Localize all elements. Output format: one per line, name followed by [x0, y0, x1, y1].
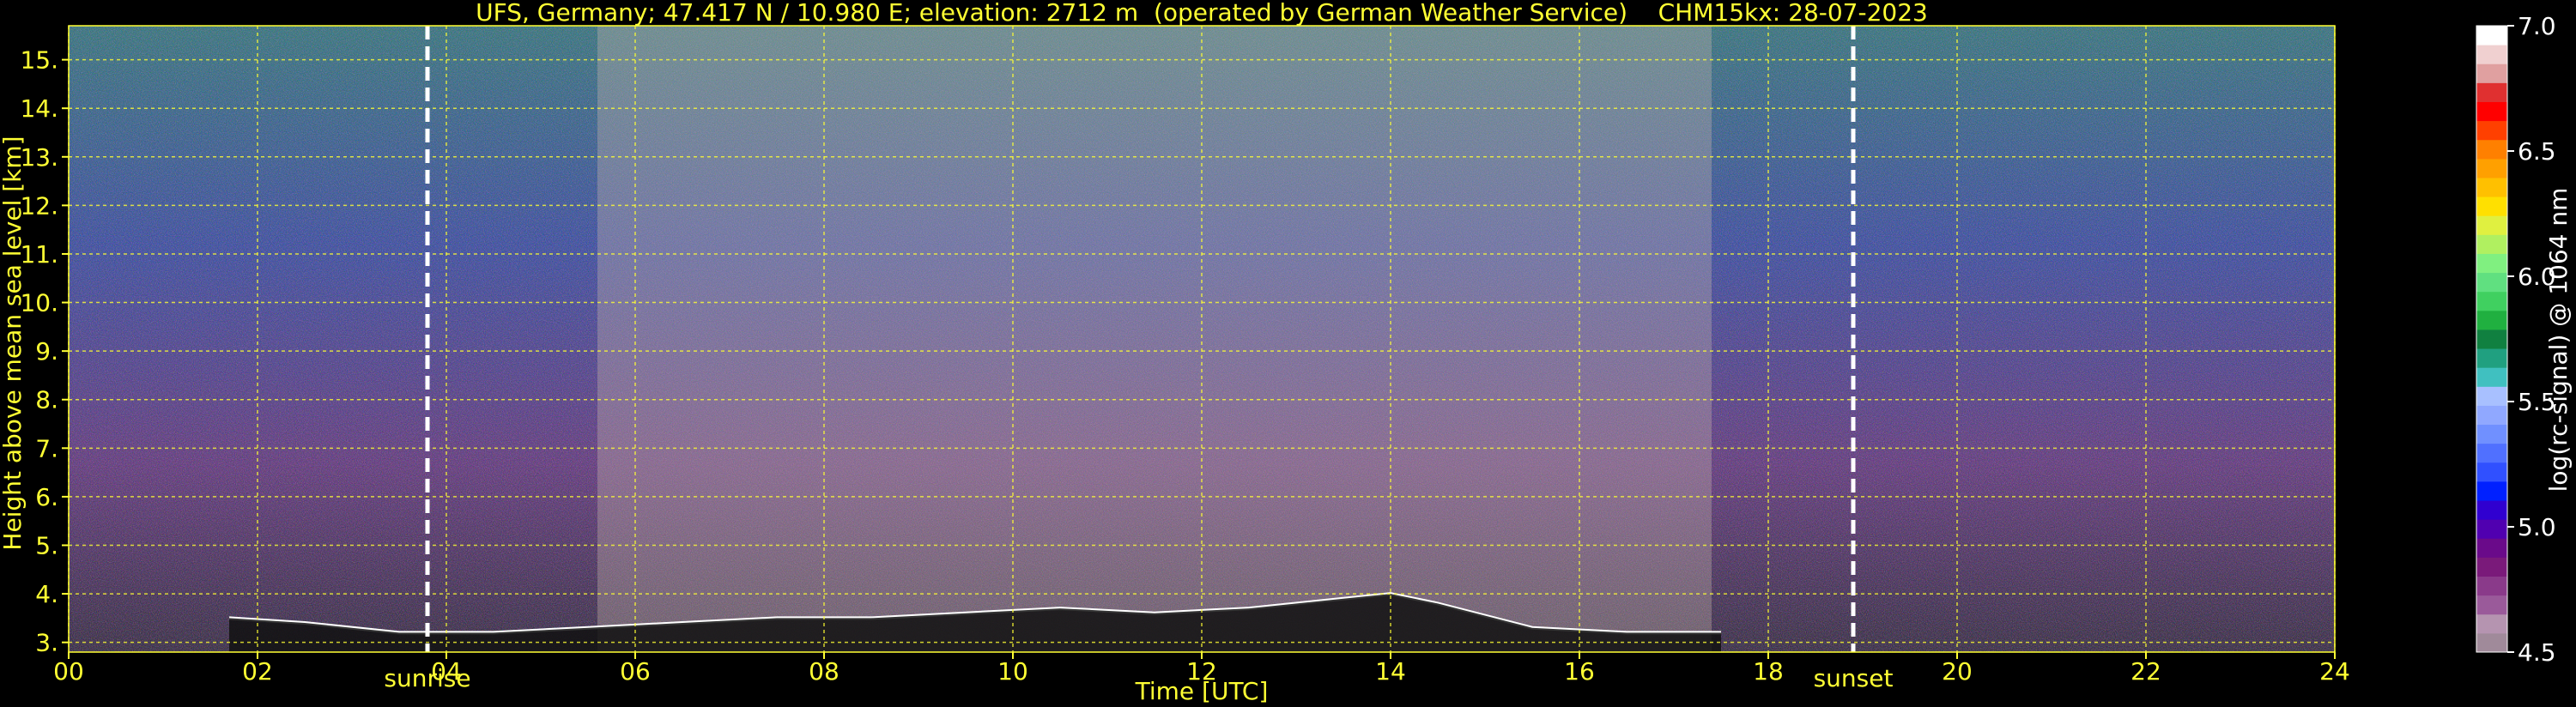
chart-title: UFS, Germany; 47.417 N / 10.980 E; eleva…	[476, 0, 1928, 27]
sunset-label: sunset	[1814, 664, 1894, 692]
colorbar-swatch	[2476, 63, 2507, 83]
colorbar-swatch	[2476, 557, 2507, 577]
colorbar-swatch	[2476, 538, 2507, 558]
colorbar-swatch	[2476, 158, 2507, 178]
y-tick-label: 3.	[35, 629, 58, 657]
x-tick-label: 02	[242, 657, 273, 686]
colorbar-swatch	[2476, 196, 2507, 216]
lidar-chart: sunrise sunset 00 02 04 06 08 10 12 14 16 18 20 22 24…	[0, 0, 2573, 705]
colorbar-swatch	[2476, 462, 2507, 482]
colorbar-swatch	[2476, 595, 2507, 615]
colorbar-swatch	[2476, 253, 2507, 274]
colorbar-swatch	[2476, 272, 2507, 293]
colorbar-tick-label: 6.5	[2518, 137, 2556, 166]
colorbar-swatch	[2476, 291, 2507, 311]
x-tick-label: 14	[1375, 657, 1406, 686]
colorbar-tick-label: 5.0	[2518, 513, 2556, 541]
colorbar-swatch	[2476, 386, 2507, 406]
x-tick-label: 16	[1564, 657, 1595, 686]
colorbar-swatch	[2476, 215, 2507, 235]
y-tick-label: 15.	[20, 46, 58, 75]
x-tick-label: 08	[809, 657, 839, 686]
colorbar-swatch	[2476, 177, 2507, 197]
x-tick-label: 22	[2131, 657, 2161, 686]
colorbar-swatch	[2476, 480, 2507, 501]
colorbar-swatch	[2476, 367, 2507, 387]
colorbar-swatch	[2476, 576, 2507, 596]
colorbar-swatch	[2476, 443, 2507, 463]
colorbar-swatch	[2476, 234, 2507, 254]
x-axis-label: Time [UTC]	[1135, 677, 1269, 705]
colorbar-swatch	[2476, 139, 2507, 160]
y-tick-label: 5.	[35, 532, 58, 560]
colorbar-swatch	[2476, 405, 2507, 426]
colorbar-swatch	[2476, 519, 2507, 539]
x-tick-label: 20	[1942, 657, 1973, 686]
y-tick-label: 8.	[35, 386, 58, 414]
colorbar-swatch	[2476, 26, 2507, 45]
y-tick-label: 7.	[35, 434, 58, 462]
x-tick-label: 04	[431, 657, 462, 686]
x-tick-label: 06	[620, 657, 651, 686]
y-tick-label: 9.	[35, 337, 58, 366]
x-tick-label: 10	[997, 657, 1028, 686]
plot-area	[69, 26, 2335, 652]
daytime-background	[597, 26, 1712, 652]
y-tick-label: 14.	[20, 94, 58, 123]
colorbar-tick-label: 7.0	[2518, 12, 2556, 40]
colorbar-swatch	[2476, 82, 2507, 102]
colorbar-swatch	[2476, 310, 2507, 330]
y-tick-label: 4.	[35, 580, 58, 608]
x-tick-label: 18	[1753, 657, 1784, 686]
colorbar-swatch	[2476, 101, 2507, 122]
colorbar-label: log(rc-signal) @ 1064 nm	[2544, 188, 2573, 492]
y-axis-label: Height above mean sea level [km]	[0, 136, 27, 550]
colorbar-tick-label: 4.5	[2518, 638, 2556, 667]
colorbar-swatch	[2476, 424, 2507, 444]
y-tick-label: 6.	[35, 483, 58, 511]
x-tick-label: 00	[53, 657, 84, 686]
x-tick-label: 24	[2319, 657, 2350, 686]
colorbar-swatch	[2476, 500, 2507, 520]
colorbar-swatch	[2476, 329, 2507, 349]
colorbar-swatch	[2476, 613, 2507, 634]
colorbar-swatch	[2476, 348, 2507, 368]
colorbar-swatch	[2476, 632, 2507, 653]
colorbar-swatch	[2476, 120, 2507, 141]
colorbar-swatch	[2476, 45, 2507, 64]
